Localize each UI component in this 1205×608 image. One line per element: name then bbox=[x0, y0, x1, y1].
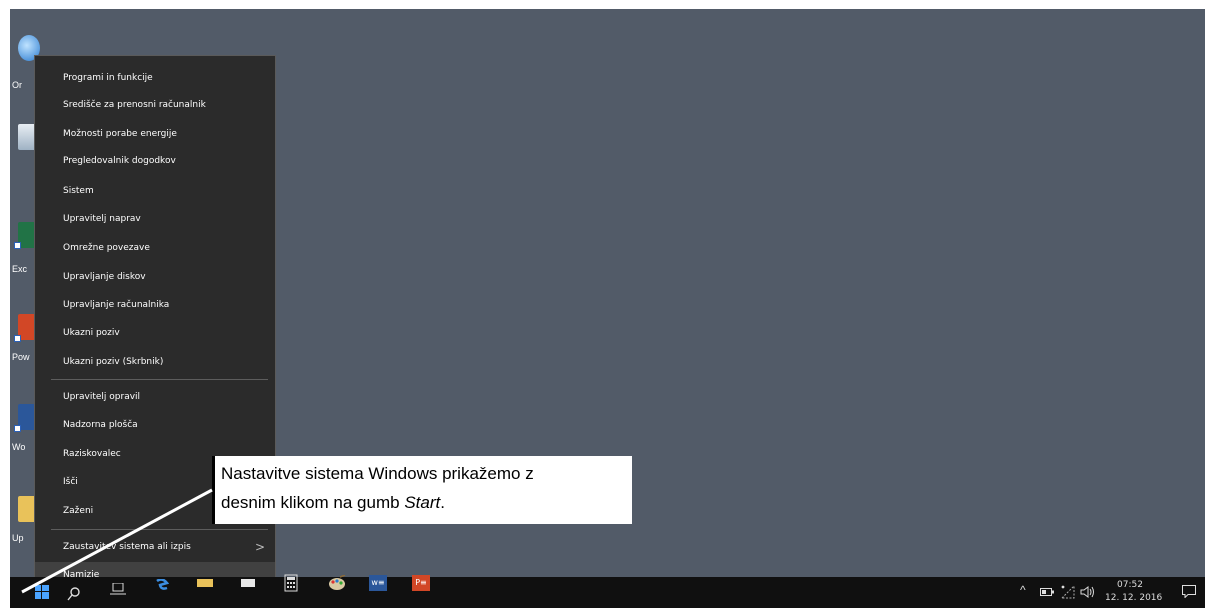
file-explorer-icon bbox=[197, 579, 213, 587]
file-explorer-button[interactable] bbox=[195, 577, 215, 608]
task-view-icon bbox=[110, 583, 126, 595]
start-button[interactable] bbox=[30, 577, 54, 608]
store-icon bbox=[241, 579, 255, 587]
powerpoint-icon: P≡ bbox=[412, 575, 430, 591]
menu-separator bbox=[51, 529, 268, 530]
action-center-button[interactable] bbox=[1180, 577, 1198, 608]
menu-item-programs-features[interactable]: Programi in funkcije bbox=[35, 65, 275, 91]
callout-line-1: Nastavitve sistema Windows prikažemo z bbox=[221, 464, 534, 483]
menu-item-control-panel[interactable]: Nadzorna plošča bbox=[35, 412, 275, 438]
callout-line-2-prefix: desnim klikom na gumb bbox=[221, 493, 405, 512]
menu-item-disk-management[interactable]: Upravljanje diskov bbox=[35, 264, 275, 290]
desktop-icon-label: Wo bbox=[12, 442, 26, 452]
menu-separator bbox=[51, 379, 268, 380]
clock[interactable]: 07:52 12. 12. 2016 bbox=[1104, 577, 1164, 608]
battery-icon bbox=[1040, 588, 1054, 596]
menu-item-command-prompt[interactable]: Ukazni poziv bbox=[35, 320, 275, 346]
wifi-button[interactable] bbox=[1061, 577, 1077, 608]
battery-button[interactable] bbox=[1040, 577, 1056, 608]
volume-icon bbox=[1080, 586, 1094, 598]
shortcut-arrow-icon bbox=[14, 425, 21, 432]
taskbar: w≡ P≡ ^ 07:52 12. 12. 2016 bbox=[10, 574, 1205, 608]
menu-item-device-manager[interactable]: Upravitelj naprav bbox=[35, 206, 275, 232]
desktop-icon-label: Or bbox=[12, 80, 22, 90]
callout-line-2-suffix: . bbox=[440, 493, 445, 512]
search-icon bbox=[67, 587, 80, 601]
callout-bar bbox=[212, 456, 215, 524]
calculator-icon bbox=[284, 574, 298, 592]
menu-item-power-options[interactable]: Možnosti porabe energije bbox=[35, 121, 275, 147]
tray-overflow-chevron[interactable]: ^ bbox=[1020, 583, 1026, 597]
menu-item-mobility-center[interactable]: Središče za prenosni računalnik bbox=[35, 92, 275, 118]
menu-item-shutdown-signout[interactable]: Zaustavitev sistema ali izpis > bbox=[35, 534, 275, 560]
paint-icon bbox=[329, 575, 346, 590]
menu-item-event-viewer[interactable]: Pregledovalnik dogodkov bbox=[35, 148, 275, 174]
desktop-icon-label: Up bbox=[12, 533, 24, 543]
desktop-icon-label: Exc bbox=[12, 264, 28, 274]
wifi-icon bbox=[1061, 585, 1075, 599]
start-icon bbox=[35, 585, 49, 599]
store-button[interactable] bbox=[238, 577, 258, 608]
clock-date: 12. 12. 2016 bbox=[1105, 593, 1163, 603]
callout-start-emphasis: Start bbox=[404, 493, 441, 512]
search-button[interactable] bbox=[60, 577, 88, 608]
callout-line-2: desnim klikom na gumb Start. bbox=[221, 488, 629, 517]
word-icon: w≡ bbox=[369, 575, 387, 591]
word-button[interactable]: w≡ bbox=[367, 575, 389, 608]
menu-item-task-manager[interactable]: Upravitelj opravil bbox=[35, 384, 275, 410]
clock-time: 07:52 bbox=[1117, 580, 1143, 590]
menu-item-computer-management[interactable]: Upravljanje računalnika bbox=[35, 292, 275, 318]
annotation-callout: Nastavitve sistema Windows prikažemo z d… bbox=[212, 456, 632, 524]
desktop-icon-label: Pow bbox=[12, 352, 30, 362]
menu-item-network-connections[interactable]: Omrežne povezave bbox=[35, 235, 275, 261]
paint-button[interactable] bbox=[326, 575, 348, 608]
volume-button[interactable] bbox=[1080, 577, 1098, 608]
task-view-button[interactable] bbox=[105, 577, 131, 608]
menu-item-label: Zaustavitev sistema ali izpis bbox=[63, 542, 191, 552]
shortcut-arrow-icon bbox=[14, 335, 21, 342]
calculator-button[interactable] bbox=[281, 574, 301, 608]
chevron-right-icon: > bbox=[254, 540, 265, 554]
notification-icon bbox=[1182, 585, 1196, 598]
edge-icon bbox=[156, 579, 169, 590]
powerpoint-button[interactable]: P≡ bbox=[410, 575, 432, 608]
shortcut-arrow-icon bbox=[14, 242, 21, 249]
edge-button[interactable] bbox=[153, 577, 173, 608]
menu-item-command-prompt-admin[interactable]: Ukazni poziv (Skrbnik) bbox=[35, 349, 275, 375]
menu-item-system[interactable]: Sistem bbox=[35, 178, 275, 204]
callout-text: Nastavitve sistema Windows prikažemo z d… bbox=[221, 459, 629, 517]
